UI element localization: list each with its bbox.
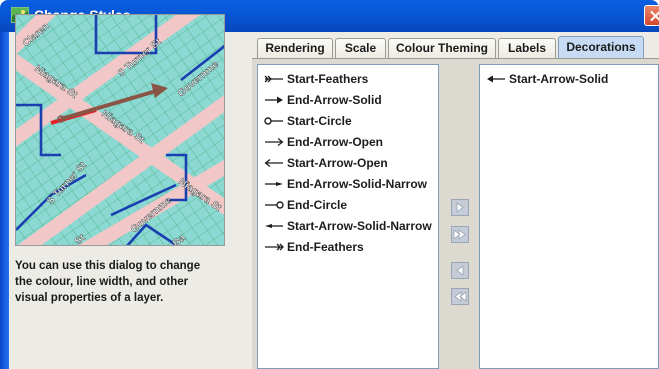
move-all-left-button[interactable] (451, 288, 469, 305)
list-item-label: End-Arrow-Solid-Narrow (287, 176, 427, 191)
start-circle-icon (264, 116, 283, 125)
move-right-button[interactable] (451, 199, 469, 216)
list-item[interactable]: End-Arrow-Open (258, 131, 438, 152)
help-text: You can use this dialog to change the co… (15, 258, 235, 306)
help-text-line: visual properties of a layer. (15, 292, 164, 304)
list-item-label: Start-Arrow-Solid-Narrow (287, 218, 432, 233)
start-arrow-solid-icon (487, 75, 505, 82)
tab-colour-theming[interactable]: Colour Theming (388, 38, 496, 58)
double-right-arrow-icon (453, 229, 466, 240)
list-item-label: End-Circle (287, 197, 348, 212)
list-item[interactable]: Start-Arrow-Solid (480, 68, 658, 89)
window-frame (0, 32, 9, 369)
style-preview: Claren S Turner St Niagara St Governme N… (15, 14, 225, 246)
list-item-label: End-Feathers (287, 239, 364, 254)
tab-rendering[interactable]: Rendering (257, 38, 333, 58)
list-item[interactable]: End-Arrow-Solid-Narrow (258, 173, 438, 194)
help-text-line: You can use this dialog to change (15, 260, 201, 272)
list-item-label: Start-Arrow-Open (287, 155, 388, 170)
start-arrow-open-icon (264, 158, 283, 167)
start-arrow-solid-narrow-icon (265, 223, 283, 228)
tab-labels[interactable]: Labels (498, 38, 556, 58)
available-decorations-list[interactable]: Start-Feathers End-Arrow-Solid Start-Cir… (257, 64, 439, 369)
end-arrow-open-icon (265, 137, 284, 146)
selected-decorations-list[interactable]: Start-Arrow-Solid (479, 64, 659, 369)
list-item[interactable]: Start-Arrow-Open (258, 152, 438, 173)
single-left-arrow-icon (456, 265, 464, 276)
list-item-label: Start-Arrow-Solid (509, 71, 609, 86)
move-left-button[interactable] (451, 262, 469, 279)
list-item[interactable]: End-Feathers (258, 236, 438, 257)
start-feathers-icon (264, 75, 283, 82)
list-item[interactable]: Start-Circle (258, 110, 438, 131)
double-left-arrow-icon (454, 291, 467, 302)
close-button[interactable] (644, 5, 659, 26)
list-item[interactable]: Start-Feathers (258, 68, 438, 89)
tab-decorations[interactable]: Decorations (558, 36, 644, 58)
end-arrow-solid-narrow-icon (265, 181, 283, 186)
single-right-arrow-icon (456, 202, 464, 213)
list-item[interactable]: Start-Arrow-Solid-Narrow (258, 215, 438, 236)
list-item[interactable]: End-Arrow-Solid (258, 89, 438, 110)
list-item-label: End-Arrow-Open (287, 134, 383, 149)
move-all-right-button[interactable] (451, 226, 469, 243)
list-item-label: Start-Circle (287, 113, 352, 128)
list-item-label: Start-Feathers (287, 71, 369, 86)
end-circle-icon (265, 200, 284, 209)
list-item[interactable]: End-Circle (258, 194, 438, 215)
list-item-label: End-Arrow-Solid (287, 92, 382, 107)
end-arrow-solid-icon (265, 96, 283, 103)
end-feathers-icon (265, 243, 284, 250)
help-text-line: the colour, line width, and other (15, 276, 189, 288)
tab-scale[interactable]: Scale (335, 38, 386, 58)
